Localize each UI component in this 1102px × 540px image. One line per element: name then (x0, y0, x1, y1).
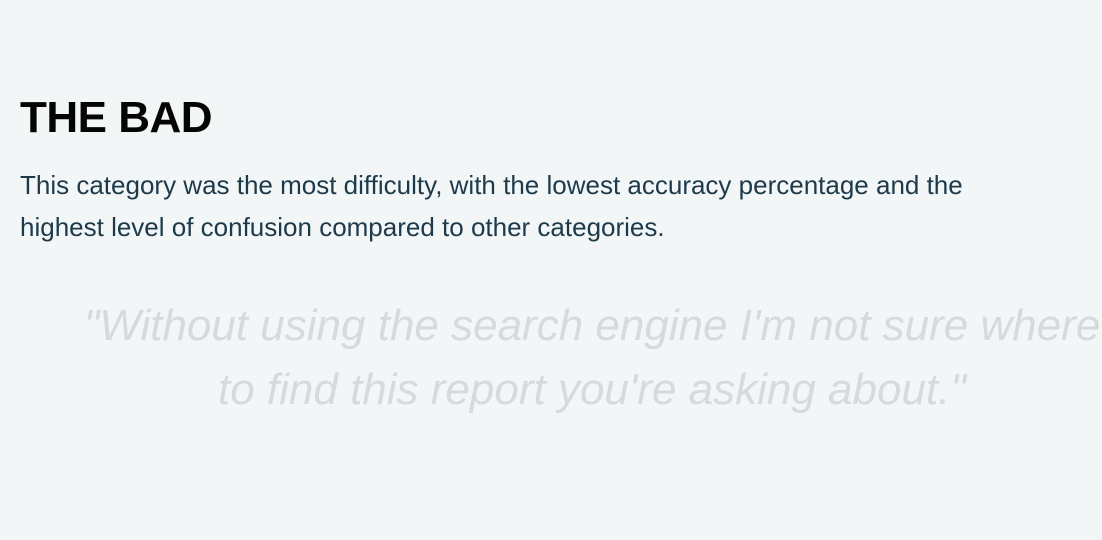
section-title: THE BAD (20, 93, 213, 142)
quote-line-2: to find this report you're asking about.… (218, 365, 966, 414)
description-line-1: This category was the most difficulty, w… (20, 170, 963, 200)
description-line-2: highest level of confusion compared to o… (20, 212, 665, 242)
quote-line-1: "Without using the search engine I'm not… (83, 301, 1101, 350)
user-quote: "Without using the search engine I'm not… (20, 294, 1102, 422)
section-content: THE BAD This category was the most diffi… (20, 92, 1102, 248)
section-description: This category was the most difficulty, w… (20, 164, 1102, 248)
page: THE BAD This category was the most diffi… (0, 0, 1102, 540)
